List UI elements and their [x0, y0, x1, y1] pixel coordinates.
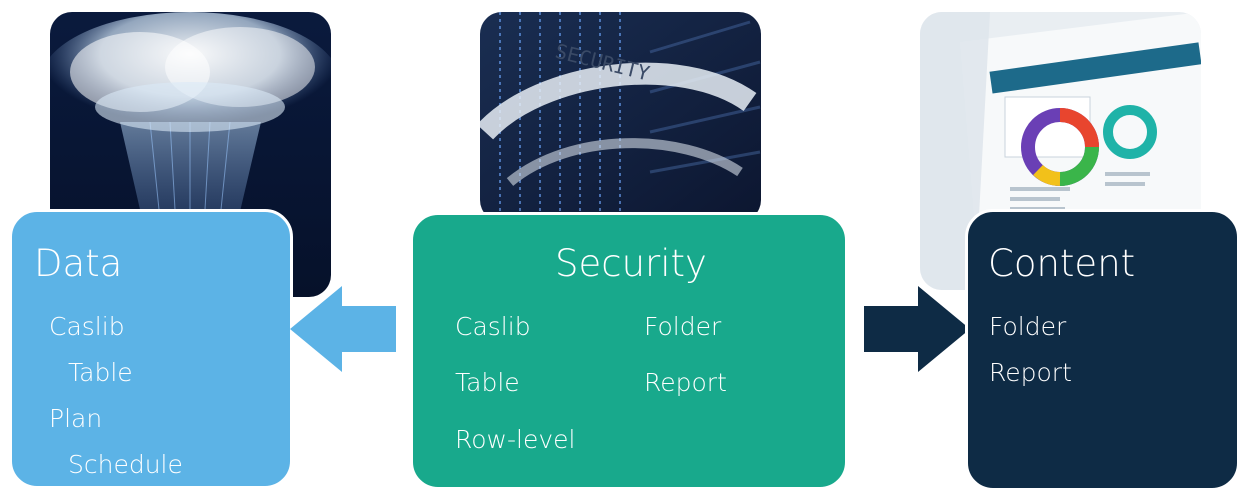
data-item-schedule: Schedule [68, 450, 183, 479]
data-card-title: Data [34, 242, 123, 285]
data-card: Data Caslib Table Plan Schedule [9, 209, 293, 489]
content-item-report: Report [989, 358, 1072, 387]
right-arrow [864, 286, 970, 372]
content-item-folder: Folder [989, 312, 1067, 341]
security-item-table: Table [455, 368, 520, 397]
left-arrow [290, 286, 396, 372]
security-item-report: Report [644, 368, 727, 397]
security-binary-image: SECURITY [480, 12, 761, 222]
security-item-row-level: Row-level [455, 425, 576, 454]
security-item-folder: Folder [644, 312, 722, 341]
security-card-title: Security [555, 242, 707, 285]
content-card-title: Content [988, 242, 1136, 285]
security-card: Security Caslib Folder Table Report Row-… [410, 212, 848, 490]
data-item-plan: Plan [49, 404, 103, 433]
content-card: Content Folder Report [965, 209, 1240, 491]
data-item-table: Table [68, 358, 133, 387]
data-item-caslib: Caslib [49, 312, 125, 341]
security-item-caslib: Caslib [455, 312, 531, 341]
